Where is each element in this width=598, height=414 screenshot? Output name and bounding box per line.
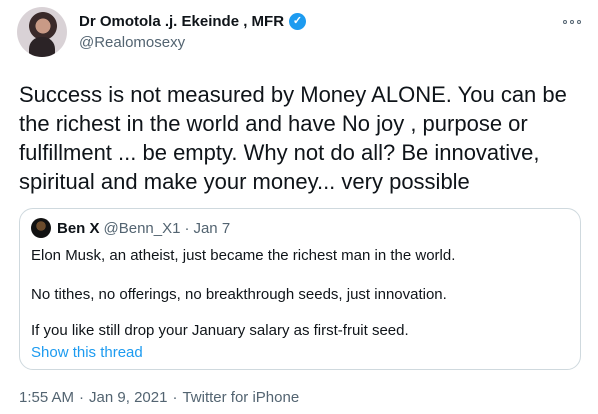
tweet-metadata: 1:55 AM · Jan 9, 2021 · Twitter for iPho…: [19, 389, 299, 406]
quoted-author-handle: @Benn_X1: [103, 219, 181, 237]
tweet-text: Success is not measured by Money ALONE. …: [19, 82, 567, 194]
tweet-source[interactable]: Twitter for iPhone: [182, 389, 299, 406]
quoted-author-avatar: [31, 218, 51, 238]
meta-separator: ·: [79, 389, 85, 406]
quoted-text-line-3: If you like still drop your January sala…: [31, 322, 409, 339]
quoted-text-line-1: Elon Musk, an atheist, just became the r…: [31, 247, 456, 264]
quoted-text-line-2: No tithes, no offerings, no breakthrough…: [31, 286, 447, 303]
meta-separator: ·: [172, 389, 178, 406]
quoted-author-name: Ben X: [57, 219, 100, 237]
tweet-card: Dr Omotola .j. Ekeinde , MFR ✓ @Realomos…: [0, 0, 598, 414]
author-handle[interactable]: @Realomosexy: [79, 34, 185, 51]
author-avatar[interactable]: [17, 7, 67, 57]
more-options-icon[interactable]: [558, 12, 586, 32]
author-display-name[interactable]: Dr Omotola .j. Ekeinde , MFR: [79, 13, 284, 30]
author-name-row: Dr Omotola .j. Ekeinde , MFR ✓: [79, 13, 307, 30]
verified-badge-icon: ✓: [289, 13, 307, 30]
quoted-date: Jan 7: [193, 219, 231, 237]
tweet-time[interactable]: 1:55 AM: [19, 389, 74, 406]
quoted-tweet[interactable]: Ben X @Benn_X1 · Jan 7 Elon Musk, an ath…: [19, 208, 581, 370]
show-thread-link[interactable]: Show this thread: [31, 344, 143, 361]
tweet-date[interactable]: Jan 9, 2021: [89, 389, 167, 406]
quoted-separator: ·: [184, 219, 190, 237]
quoted-tweet-header: Ben X @Benn_X1 · Jan 7: [31, 218, 230, 238]
